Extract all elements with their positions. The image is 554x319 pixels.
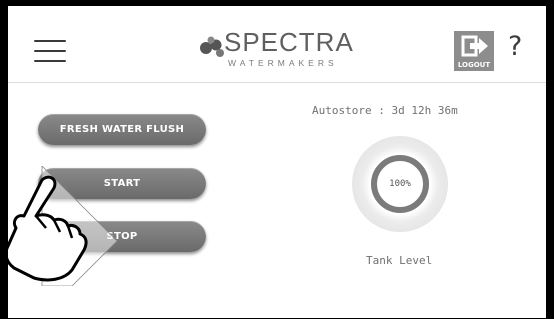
start-button[interactable]: START — [38, 168, 206, 199]
header-bar: SPECTRA WATERMAKERS LOGOUT ? — [8, 6, 546, 83]
logo-subtitle: WATERMAKERS — [228, 58, 338, 68]
stop-button[interactable]: STOP — [38, 221, 206, 252]
help-icon[interactable]: ? — [508, 31, 522, 62]
logout-label: LOGOUT — [457, 61, 491, 69]
tank-level-gauge: 100% — [352, 136, 448, 232]
autostore-status: Autostore : 3d 12h 36m — [312, 104, 458, 117]
logout-icon — [461, 35, 488, 57]
spectra-logo: SPECTRA WATERMAKERS — [198, 27, 388, 76]
logout-button[interactable]: LOGOUT — [454, 31, 494, 71]
menu-icon[interactable] — [34, 40, 66, 62]
fresh-water-flush-button[interactable]: FRESH WATER FLUSH — [38, 114, 206, 145]
tank-level-value: 100% — [389, 179, 411, 189]
app-screen: SPECTRA WATERMAKERS LOGOUT ? FRESH WATER… — [8, 6, 546, 318]
logo-brand: SPECTRA — [224, 27, 354, 57]
spectra-logo-icon — [200, 36, 224, 57]
tank-level-label: Tank Level — [366, 254, 433, 267]
